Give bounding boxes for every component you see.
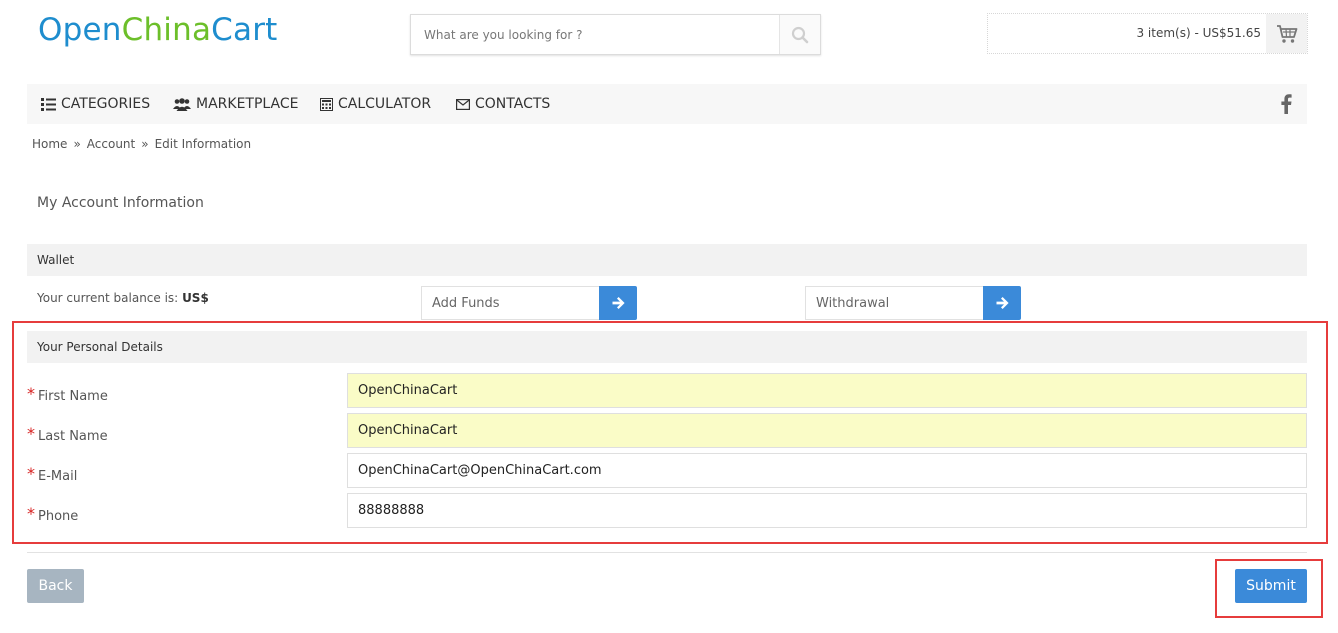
- search-box: [410, 14, 821, 55]
- breadcrumb-separator: »: [73, 137, 81, 151]
- search-input[interactable]: [411, 15, 780, 54]
- breadcrumb-edit-information[interactable]: Edit Information: [155, 137, 252, 151]
- withdrawal-button[interactable]: [983, 286, 1021, 320]
- nav-marketplace[interactable]: MARKETPLACE: [173, 84, 298, 124]
- main-navbar: CATEGORIES MARKETPLACE CALCULATOR CONTAC…: [27, 84, 1307, 124]
- form-divider: [27, 552, 1307, 553]
- back-button[interactable]: Back: [27, 569, 84, 603]
- search-button[interactable]: [779, 15, 820, 54]
- envelope-icon: [456, 98, 470, 110]
- arrow-right-icon: [612, 297, 625, 309]
- breadcrumb-separator: »: [141, 137, 149, 151]
- balance-value: US$: [182, 291, 209, 305]
- site-logo[interactable]: OpenChinaCart: [38, 12, 278, 48]
- nav-calculator[interactable]: CALCULATOR: [320, 84, 431, 124]
- logo-part-china: China: [121, 12, 212, 48]
- page-title: My Account Information: [37, 195, 204, 211]
- cart-widget[interactable]: 3 item(s) - US$51.65: [987, 13, 1308, 54]
- nav-categories-label: CATEGORIES: [61, 96, 151, 112]
- logo-part-cart: Cart: [211, 12, 278, 48]
- cart-button[interactable]: [1266, 14, 1307, 53]
- balance-label: Your current balance is:: [37, 291, 179, 305]
- shopping-cart-icon: [1276, 24, 1297, 43]
- breadcrumb-home[interactable]: Home: [32, 137, 67, 151]
- nav-contacts[interactable]: CONTACTS: [456, 84, 550, 124]
- list-icon: [41, 97, 56, 111]
- arrow-right-icon: [996, 297, 1009, 309]
- nav-categories[interactable]: CATEGORIES: [41, 84, 150, 124]
- personal-details-highlight-box: [12, 321, 1328, 544]
- facebook-link[interactable]: [1274, 92, 1298, 116]
- add-funds-button[interactable]: [599, 286, 637, 320]
- nav-contacts-label: CONTACTS: [475, 96, 551, 112]
- wallet-balance: Your current balance is: US$: [37, 291, 209, 305]
- calculator-icon: [320, 97, 333, 111]
- wallet-section-heading: Wallet: [27, 244, 1307, 276]
- facebook-icon: [1280, 94, 1292, 114]
- users-icon: [173, 97, 191, 111]
- logo-part-open: Open: [38, 12, 122, 48]
- search-icon: [791, 26, 809, 43]
- withdrawal-input[interactable]: [805, 286, 983, 320]
- breadcrumb-account[interactable]: Account: [87, 137, 135, 151]
- add-funds-input[interactable]: [421, 286, 599, 320]
- nav-marketplace-label: MARKETPLACE: [196, 96, 299, 112]
- breadcrumb: Home » Account » Edit Information: [32, 137, 251, 151]
- submit-button[interactable]: Submit: [1235, 569, 1307, 603]
- cart-summary: 3 item(s) - US$51.65: [1136, 26, 1261, 40]
- nav-calculator-label: CALCULATOR: [338, 96, 432, 112]
